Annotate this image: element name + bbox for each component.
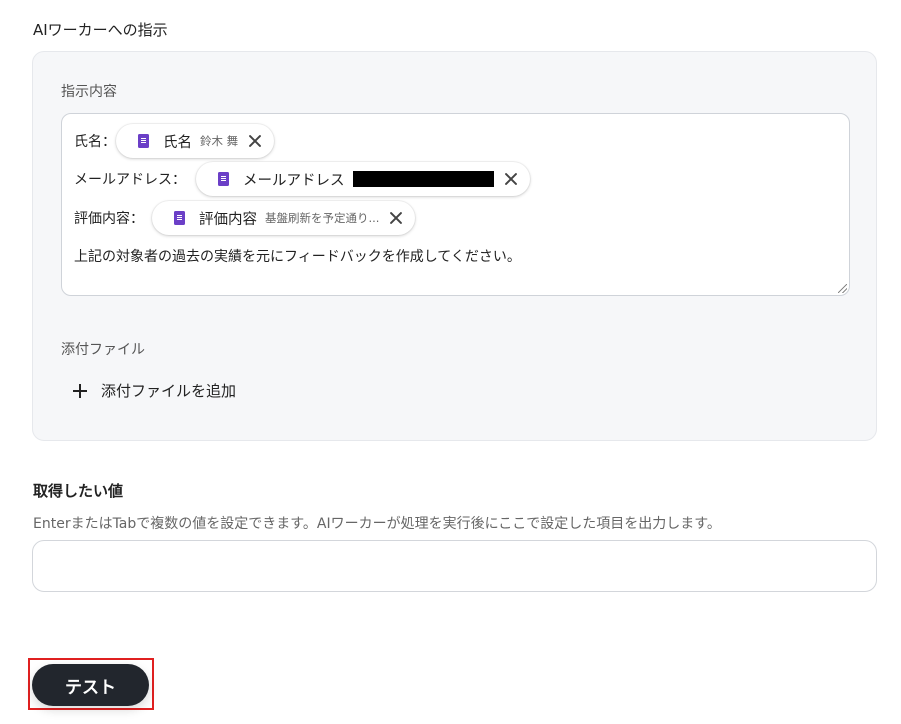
instruction-editor[interactable]: 氏名： 氏名 鈴木 舞 メールアドレス： メールアドレス 評価内容： 評価内容 … (61, 113, 850, 296)
name-variable-chip[interactable]: 氏名 鈴木 舞 (116, 124, 275, 158)
email-variable-chip[interactable]: メールアドレス (196, 162, 530, 196)
ai-instructions-title: AIワーカーへの指示 (33, 21, 168, 39)
plus-icon (73, 383, 87, 398)
instruction-text: 上記の対象者の過去の実績を元にフィードバックを作成してください。 (74, 249, 521, 265)
chip-name: 氏名 (163, 134, 192, 151)
evaluation-line-label: 評価内容： (74, 211, 144, 227)
email-line-label: メールアドレス： (74, 172, 186, 188)
chip-value: 鈴木 舞 (200, 134, 239, 148)
output-values-input[interactable] (32, 540, 877, 592)
close-icon[interactable] (389, 211, 403, 225)
close-icon[interactable] (248, 134, 262, 148)
add-attachment-button[interactable]: 添付ファイルを追加 (73, 380, 236, 401)
output-values-help: EnterまたはTabで複数の値を設定できます。AIワーカーが処理を実行後にここ… (33, 516, 721, 532)
evaluation-variable-chip[interactable]: 評価内容 基盤刷新を予定通り... (152, 201, 416, 235)
add-attachment-label: 添付ファイルを追加 (101, 382, 237, 400)
redacted-value (352, 171, 494, 187)
instruction-line-name: 氏名： 氏名 鈴木 舞 (74, 124, 275, 158)
chip-name: 評価内容 (199, 211, 257, 228)
output-values-title: 取得したい値 (33, 482, 124, 500)
ai-instructions-panel: 指示内容 氏名： 氏名 鈴木 舞 メールアドレス： メールアドレス 評価内容： … (32, 51, 877, 441)
chip-name: メールアドレス (243, 172, 345, 189)
document-icon (138, 134, 149, 148)
resize-handle-icon[interactable] (838, 284, 847, 293)
page: AIワーカーへの指示 指示内容 氏名： 氏名 鈴木 舞 メールアドレス： メール… (0, 0, 901, 724)
chip-value: 基盤刷新を予定通り... (265, 211, 380, 225)
close-icon[interactable] (504, 172, 518, 186)
instruction-line-email: メールアドレス： メールアドレス (74, 162, 530, 196)
document-icon (218, 172, 229, 186)
document-icon (174, 211, 185, 225)
test-button[interactable]: テスト (32, 664, 149, 706)
instruction-line-evaluation: 評価内容： 評価内容 基盤刷新を予定通り... (74, 201, 416, 235)
attachment-label: 添付ファイル (61, 342, 145, 358)
instruction-line-text: 上記の対象者の過去の実績を元にフィードバックを作成してください。 (74, 246, 521, 266)
instruction-content-label: 指示内容 (61, 84, 117, 100)
name-line-label: 氏名： (74, 134, 116, 150)
